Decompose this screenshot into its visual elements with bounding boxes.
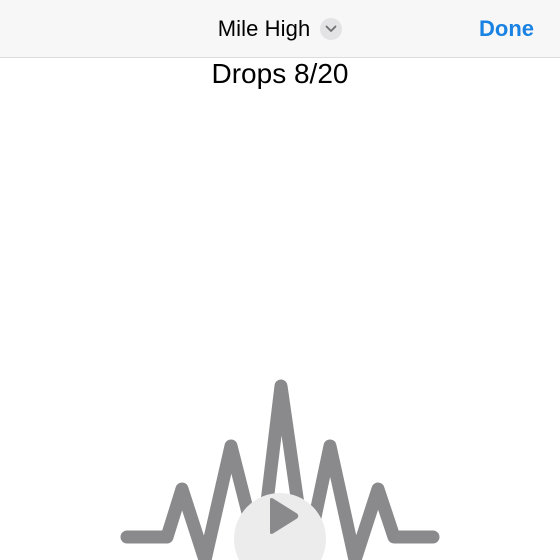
- screen: Mile High Done Drops 8/20: [0, 0, 560, 560]
- chevron-down-icon[interactable]: [320, 18, 343, 40]
- play-icon: [270, 498, 299, 534]
- navigation-bar: Mile High Done: [0, 0, 560, 58]
- title-menu[interactable]: Mile High: [0, 0, 560, 58]
- done-button[interactable]: Done: [479, 0, 534, 58]
- drops-counter: Drops 8/20: [211, 58, 349, 89]
- nav-title: Mile High: [217, 16, 311, 41]
